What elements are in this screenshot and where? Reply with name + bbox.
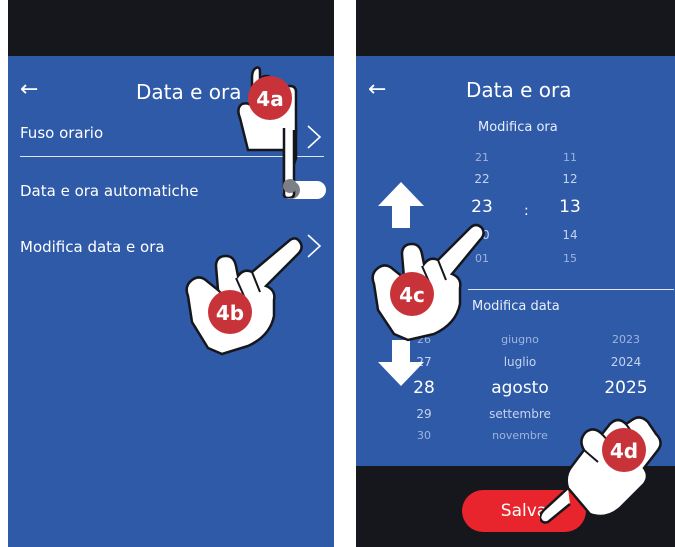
- row-edit-datetime-label[interactable]: Modifica data e ora: [20, 238, 165, 256]
- callout-4d-label: 4d: [610, 439, 638, 463]
- pointing-hand-icon: 4b: [185, 237, 303, 356]
- hour-option: 22: [474, 172, 490, 186]
- section-edit-time: Modifica ora: [478, 120, 558, 135]
- minute-wheel[interactable]: 11 12 13 14 15: [552, 150, 588, 270]
- year-wheel[interactable]: 2023 2024 2025: [600, 330, 652, 402]
- status-bar: [356, 0, 675, 56]
- pointing-hand-icon: 4c: [371, 223, 485, 342]
- scroll-down-arrow-icon: [378, 340, 424, 386]
- status-bar: [8, 0, 334, 56]
- page-title: Data e ora: [466, 78, 572, 102]
- year-option: 2024: [610, 355, 642, 369]
- minute-option: 15: [563, 252, 577, 265]
- row-timezone-label[interactable]: Fuso orario: [20, 124, 103, 142]
- back-arrow-icon[interactable]: ←: [20, 79, 38, 101]
- hour-selected: 23: [471, 197, 493, 217]
- callout-4a-label: 4a: [256, 87, 283, 111]
- month-option: luglio: [503, 355, 537, 369]
- month-option: giugno: [501, 333, 539, 346]
- minute-selected: 13: [559, 197, 581, 217]
- minute-option: 11: [563, 151, 577, 164]
- day-option: 30: [417, 429, 431, 442]
- back-arrow-icon[interactable]: ←: [368, 79, 386, 101]
- pointing-hand-icon: 4a: [237, 66, 298, 198]
- minute-option: 12: [562, 172, 578, 186]
- hour-option: 21: [475, 151, 489, 164]
- year-selected: 2025: [604, 378, 648, 398]
- month-selected: agosto: [491, 378, 549, 398]
- chevron-right-icon[interactable]: [306, 233, 322, 259]
- divider: [468, 289, 674, 290]
- callout-4c-label: 4c: [399, 283, 425, 307]
- row-auto-datetime-label: Data e ora automatiche: [20, 182, 199, 200]
- callout-4b-label: 4b: [216, 301, 244, 325]
- minute-option: 14: [562, 228, 578, 242]
- time-separator: :: [524, 203, 529, 219]
- year-option: 2023: [612, 333, 640, 346]
- pointing-hand-icon: 4d: [540, 416, 662, 524]
- day-option: 29: [416, 407, 432, 421]
